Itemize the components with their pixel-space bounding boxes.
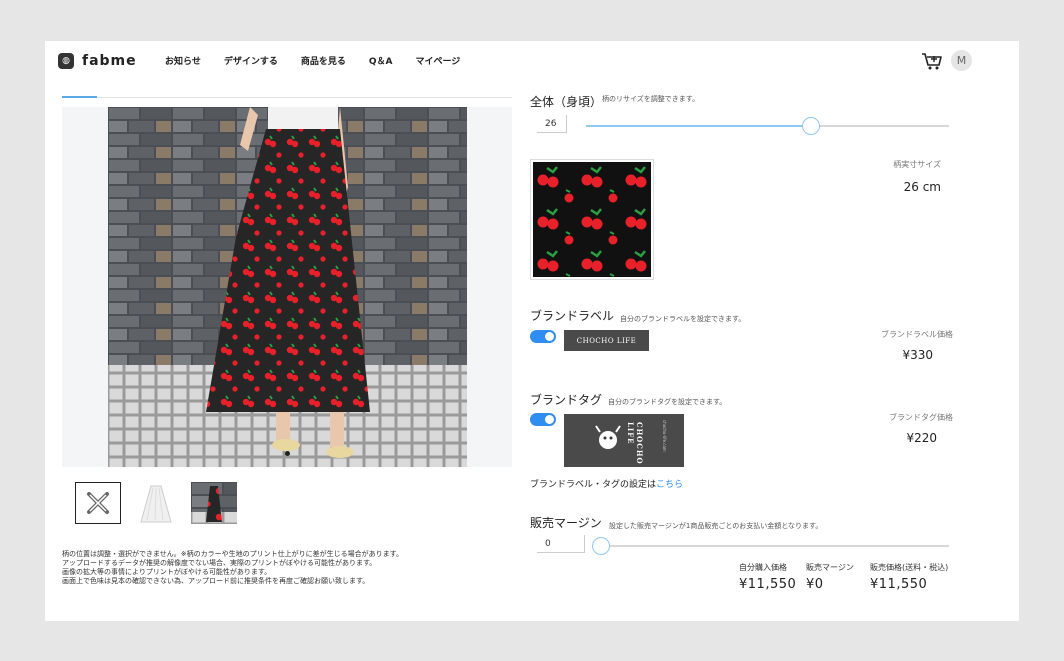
note-line: 画像の拡大等の事情によりプリントがぼやける可能性があります。 [62, 568, 272, 576]
nav-news[interactable]: お知らせ [165, 54, 201, 67]
brand-settings-link[interactable]: こちら [656, 480, 683, 490]
print-size-value: 26 cm [903, 180, 941, 194]
margin-section-title: 販売マージン [530, 516, 602, 530]
pattern-preview[interactable] [530, 159, 654, 280]
note-line: 柄の位置は調整・選択ができません。※柄のカラーや生地のプリント仕上がりに差が生じ… [62, 550, 403, 558]
avatar[interactable]: M [951, 50, 972, 71]
product-photo[interactable] [108, 107, 467, 467]
margin-slider-track[interactable] [601, 545, 949, 547]
thumbnail-strip [75, 482, 237, 524]
logo-mark-icon: ◍ [58, 53, 74, 69]
brand-settings-text: ブランドラベル・タグの設定は [530, 480, 657, 490]
sale-price-value: ¥11,550 [870, 577, 928, 592]
nav-products[interactable]: 商品を見る [301, 54, 346, 67]
nav-design[interactable]: デザインする [224, 54, 278, 67]
note-line: 画面上で色味は見本の確認できない為、アップロード前に推奨条件を再度ご確認お願い致… [62, 577, 370, 585]
nav-mypage[interactable]: マイページ [415, 54, 460, 67]
brand-tag-image: CHOCHO LIFE chocho-life.com [564, 414, 684, 467]
brand-label-price-value: ¥330 [902, 348, 933, 362]
self-purchase-value: ¥11,550 [739, 577, 797, 592]
brand-settings-line: ブランドラベル・タグの設定はこちら [530, 477, 683, 490]
brand-tag-title: ブランドタグ [530, 393, 603, 407]
brand-label-image: CHOCHO LIFE [564, 330, 649, 351]
main-nav: お知らせ デザインする 商品を見る Q＆A マイページ [165, 54, 460, 67]
brand-tag-toggle[interactable] [530, 413, 556, 426]
thumb-flat-skirt[interactable] [133, 482, 179, 524]
brand-tag-price-value: ¥220 [906, 431, 937, 445]
size-slider-track[interactable] [586, 125, 949, 127]
brand-label-image-text: CHOCHO LIFE [576, 336, 637, 345]
print-size-label: 柄実寸サイズ [893, 160, 941, 169]
brand-tag-price-label: ブランドタグ価格 [889, 413, 953, 422]
cart-icon[interactable] [921, 51, 943, 71]
tab-underline [62, 97, 512, 98]
margin-summary-label: 販売マージン [806, 563, 854, 572]
self-purchase-label: 自分購入価格 [739, 563, 787, 572]
size-input[interactable]: 26 [537, 115, 567, 133]
carousel-dot[interactable] [285, 451, 290, 456]
brand-label-toggle[interactable] [530, 330, 556, 343]
margin-slider-knob[interactable] [592, 537, 610, 555]
model-photo-image [191, 482, 237, 524]
sale-price-label: 販売価格(送料・税込) [870, 563, 949, 572]
size-section-hint: 柄のリサイズを調整できます。 [602, 95, 700, 103]
app-frame: ◍ fabme お知らせ デザインする 商品を見る Q＆A マイページ M 柄の… [45, 41, 1019, 621]
brand-label-hint: 自分のブランドラベルを設定できます。 [620, 315, 746, 323]
margin-section-hint: 設定した販売マージンが1商品販売ごとのお支払い金額となります。 [609, 522, 823, 530]
size-section-title: 全体（身頃） [530, 95, 603, 109]
brand-tag-small-text: chocho-life.com [662, 420, 667, 452]
note-line: アップロードするデータが推奨の解像度でない場合、実際のプリントがぼやける可能性が… [62, 559, 377, 567]
brand-label-price-label: ブランドラベル価格 [881, 330, 953, 339]
logo-text: fabme [82, 53, 137, 69]
nav-qa[interactable]: Q＆A [369, 54, 393, 67]
logo[interactable]: ◍ fabme [58, 53, 137, 69]
brand-label-title: ブランドラベル [530, 309, 615, 323]
product-notes: 柄の位置は調整・選択ができません。※柄のカラーや生地のプリント仕上がりに差が生じ… [62, 550, 502, 586]
margin-input[interactable]: 0 [537, 535, 585, 553]
flat-skirt-image [133, 482, 179, 524]
product-photo-panel [62, 107, 512, 467]
brand-tag-vertical-text: CHOCHO LIFE [626, 422, 644, 465]
thumb-model-photo[interactable] [191, 482, 237, 524]
thumb-design-tool[interactable] [75, 482, 121, 524]
brand-tag-hint: 自分のブランドタグを設定できます。 [608, 398, 727, 406]
size-slider-fill [586, 125, 812, 127]
size-slider-knob[interactable] [802, 117, 821, 135]
margin-summary-value: ¥0 [806, 577, 824, 592]
tab-active-indicator [62, 96, 97, 98]
cherry-pattern-image [533, 162, 651, 277]
pencil-ruler-icon [87, 492, 109, 514]
